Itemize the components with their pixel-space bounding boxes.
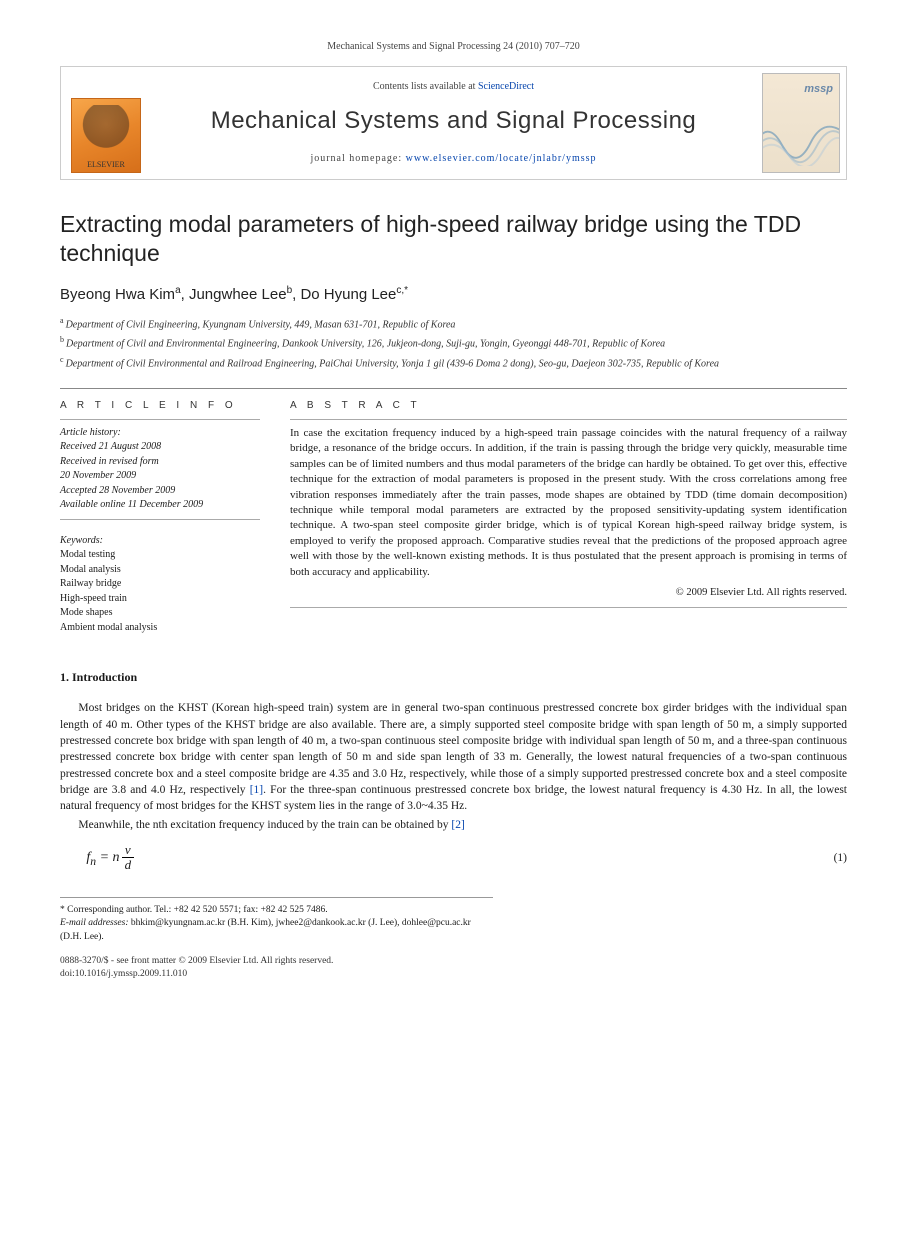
intro-paragraph-2: Meanwhile, the nth excitation frequency …	[60, 817, 847, 833]
journal-name: Mechanical Systems and Signal Processing	[211, 104, 697, 138]
sciencedirect-link[interactable]: ScienceDirect	[478, 81, 534, 92]
footnotes: * Corresponding author. Tel.: +82 42 520…	[60, 897, 493, 945]
history-line: Accepted 28 November 2009	[60, 484, 260, 499]
journal-cover-icon: mssp	[762, 73, 840, 173]
eq-denominator: d	[122, 858, 135, 872]
keyword: High-speed train	[60, 592, 260, 607]
homepage-prefix: journal homepage:	[310, 153, 405, 164]
contents-prefix: Contents lists available at	[373, 81, 478, 92]
abstract-heading: A B S T R A C T	[290, 399, 847, 413]
author-3: Do Hyung Lee	[300, 286, 396, 303]
divider	[60, 388, 847, 389]
divider	[60, 519, 260, 520]
history-label: Article history:	[60, 426, 260, 441]
article-info-heading: A R T I C L E I N F O	[60, 399, 260, 413]
email-label: E-mail addresses:	[60, 918, 129, 928]
elsevier-logo-icon: ELSEVIER	[71, 98, 141, 173]
eq-numerator: v	[122, 843, 135, 858]
affiliation-a-text: Department of Civil Engineering, Kyungna…	[66, 319, 456, 330]
equation-1: fn = nvd (1)	[86, 843, 847, 873]
info-abstract-row: A R T I C L E I N F O Article history: R…	[60, 399, 847, 636]
eq-mid: = n	[96, 850, 119, 865]
author-1-aff: a	[175, 285, 181, 296]
ref-link-1[interactable]: [1]	[250, 784, 263, 796]
keyword: Mode shapes	[60, 606, 260, 621]
equation-body: fn = nvd	[86, 843, 134, 873]
eq-fraction: vd	[122, 843, 135, 873]
author-2-aff: b	[287, 285, 293, 296]
affiliation-c: cDepartment of Civil Environmental and R…	[60, 354, 847, 372]
history-line: Received 21 August 2008	[60, 440, 260, 455]
article-history: Article history: Received 21 August 2008…	[60, 426, 260, 513]
intro-paragraph-1: Most bridges on the KHST (Korean high-sp…	[60, 700, 847, 814]
corresponding-author: * Corresponding author. Tel.: +82 42 520…	[60, 904, 493, 918]
history-line: Received in revised form	[60, 455, 260, 470]
author-3-aff: c,*	[396, 285, 408, 296]
running-header: Mechanical Systems and Signal Processing…	[60, 40, 847, 54]
abstract-copyright: © 2009 Elsevier Ltd. All rights reserved…	[290, 586, 847, 601]
p2-text-a: Meanwhile, the nth excitation frequency …	[78, 819, 451, 831]
divider	[290, 419, 847, 420]
p1-text-a: Most bridges on the KHST (Korean high-sp…	[60, 702, 847, 796]
section-1-heading: 1. Introduction	[60, 669, 847, 686]
journal-banner: ELSEVIER Contents lists available at Sci…	[60, 66, 847, 180]
affiliation-a: aDepartment of Civil Engineering, Kyungn…	[60, 315, 847, 333]
publisher-logo-area: ELSEVIER	[61, 67, 151, 179]
history-line: 20 November 2009	[60, 469, 260, 484]
keywords-label: Keywords:	[60, 534, 260, 549]
divider	[60, 419, 260, 420]
author-2: Jungwhee Lee	[189, 286, 287, 303]
keywords-block: Keywords: Modal testing Modal analysis R…	[60, 534, 260, 636]
email-line: E-mail addresses: bhkim@kyungnam.ac.kr (…	[60, 917, 493, 945]
author-1: Byeong Hwa Kim	[60, 286, 175, 303]
page-footer: 0888-3270/$ - see front matter © 2009 El…	[60, 955, 847, 982]
cover-wave-icon	[762, 108, 840, 166]
keyword: Modal testing	[60, 548, 260, 563]
author-line: Byeong Hwa Kima, Jungwhee Leeb, Do Hyung…	[60, 284, 847, 305]
equation-number: (1)	[834, 850, 847, 866]
affiliation-c-text: Department of Civil Environmental and Ra…	[66, 358, 719, 369]
keyword: Ambient modal analysis	[60, 621, 260, 636]
keyword: Modal analysis	[60, 563, 260, 578]
affiliation-b: bDepartment of Civil and Environmental E…	[60, 334, 847, 352]
ref-link-2[interactable]: [2]	[451, 819, 464, 831]
issn-line: 0888-3270/$ - see front matter © 2009 El…	[60, 955, 847, 968]
abstract-column: A B S T R A C T In case the excitation f…	[290, 399, 847, 636]
doi-line: doi:10.1016/j.ymssp.2009.11.010	[60, 968, 847, 981]
contents-available: Contents lists available at ScienceDirec…	[373, 80, 534, 94]
history-line: Available online 11 December 2009	[60, 498, 260, 513]
affiliation-b-text: Department of Civil and Environmental En…	[66, 339, 665, 350]
cover-thumb-area: mssp	[756, 67, 846, 179]
banner-center: Contents lists available at ScienceDirec…	[151, 67, 756, 179]
journal-homepage: journal homepage: www.elsevier.com/locat…	[310, 152, 596, 166]
cover-abbrev: mssp	[804, 82, 833, 97]
publisher-label: ELSEVIER	[87, 159, 125, 170]
article-info-column: A R T I C L E I N F O Article history: R…	[60, 399, 260, 636]
article-title: Extracting modal parameters of high-spee…	[60, 210, 847, 268]
homepage-link[interactable]: www.elsevier.com/locate/jnlabr/ymssp	[406, 153, 597, 164]
abstract-text: In case the excitation frequency induced…	[290, 426, 847, 580]
keyword: Railway bridge	[60, 577, 260, 592]
divider	[290, 607, 847, 608]
